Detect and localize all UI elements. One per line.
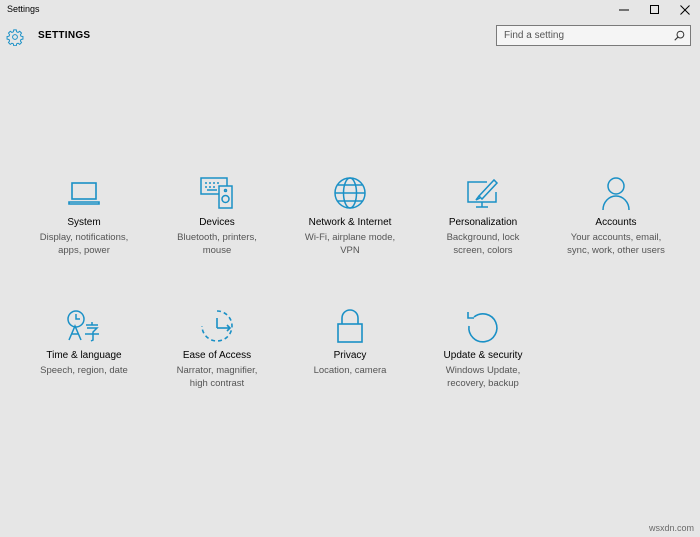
tile-accounts[interactable]: Accounts Your accounts, email, sync, wor…: [551, 175, 681, 257]
tile-title: Privacy: [333, 350, 367, 361]
time-language-icon: [19, 308, 149, 344]
tile-description: Bluetooth, printers, mouse: [177, 232, 257, 256]
tile-description: Location, camera: [313, 365, 387, 376]
window-title: Settings: [7, 4, 40, 14]
tile-title: Ease of Access: [182, 350, 252, 361]
tile-title: Accounts: [595, 217, 637, 228]
tile-time-language[interactable]: Time & language Speech, region, date: [19, 308, 149, 377]
maximize-button[interactable]: [640, 0, 670, 20]
update-icon: [418, 308, 548, 344]
ease-of-access-icon: [152, 308, 282, 344]
tile-description: Speech, region, date: [40, 365, 128, 376]
personalization-icon: [418, 175, 548, 211]
person-icon: [551, 175, 681, 211]
search-icon[interactable]: [674, 30, 685, 41]
tile-title: Devices: [199, 217, 235, 228]
tile-devices[interactable]: Devices Bluetooth, printers, mouse: [152, 175, 282, 257]
globe-icon: [285, 175, 415, 211]
page-title: SETTINGS: [38, 30, 91, 41]
tile-personalization[interactable]: Personalization Background, lock screen,…: [418, 175, 548, 257]
tile-description: Narrator, magnifier, high contrast: [176, 365, 258, 389]
watermark: wsxdn.com: [648, 523, 694, 533]
tile-system[interactable]: System Display, notifications, apps, pow…: [19, 175, 149, 257]
close-icon: [680, 5, 690, 15]
tile-description: Your accounts, email, sync, work, other …: [567, 232, 665, 256]
tile-ease-of-access[interactable]: Ease of Access Narrator, magnifier, high…: [152, 308, 282, 390]
search-box[interactable]: [496, 25, 691, 46]
devices-icon: [152, 175, 282, 211]
tile-network-internet[interactable]: Network & Internet Wi-Fi, airplane mode,…: [285, 175, 415, 257]
search-input[interactable]: [497, 26, 667, 45]
lock-icon: [285, 308, 415, 344]
tile-update-security[interactable]: Update & security Windows Update, recove…: [418, 308, 548, 390]
tile-description: Background, lock screen, colors: [446, 232, 520, 256]
tile-description: Windows Update, recovery, backup: [445, 365, 521, 389]
tile-title: System: [67, 217, 101, 228]
tile-title: Personalization: [448, 217, 518, 228]
tile-title: Network & Internet: [308, 217, 392, 228]
tile-title: Time & language: [46, 350, 122, 361]
maximize-icon: [650, 5, 659, 14]
gear-icon: [6, 29, 24, 46]
tile-title: Update & security: [443, 350, 523, 361]
minimize-icon: [619, 9, 629, 11]
minimize-button[interactable]: [609, 0, 639, 20]
title-bar: Settings: [0, 0, 700, 22]
laptop-icon: [19, 175, 149, 211]
tile-privacy[interactable]: Privacy Location, camera: [285, 308, 415, 377]
close-button[interactable]: [670, 0, 700, 20]
tile-description: Wi-Fi, airplane mode, VPN: [304, 232, 396, 256]
tile-description: Display, notifications, apps, power: [39, 232, 129, 256]
